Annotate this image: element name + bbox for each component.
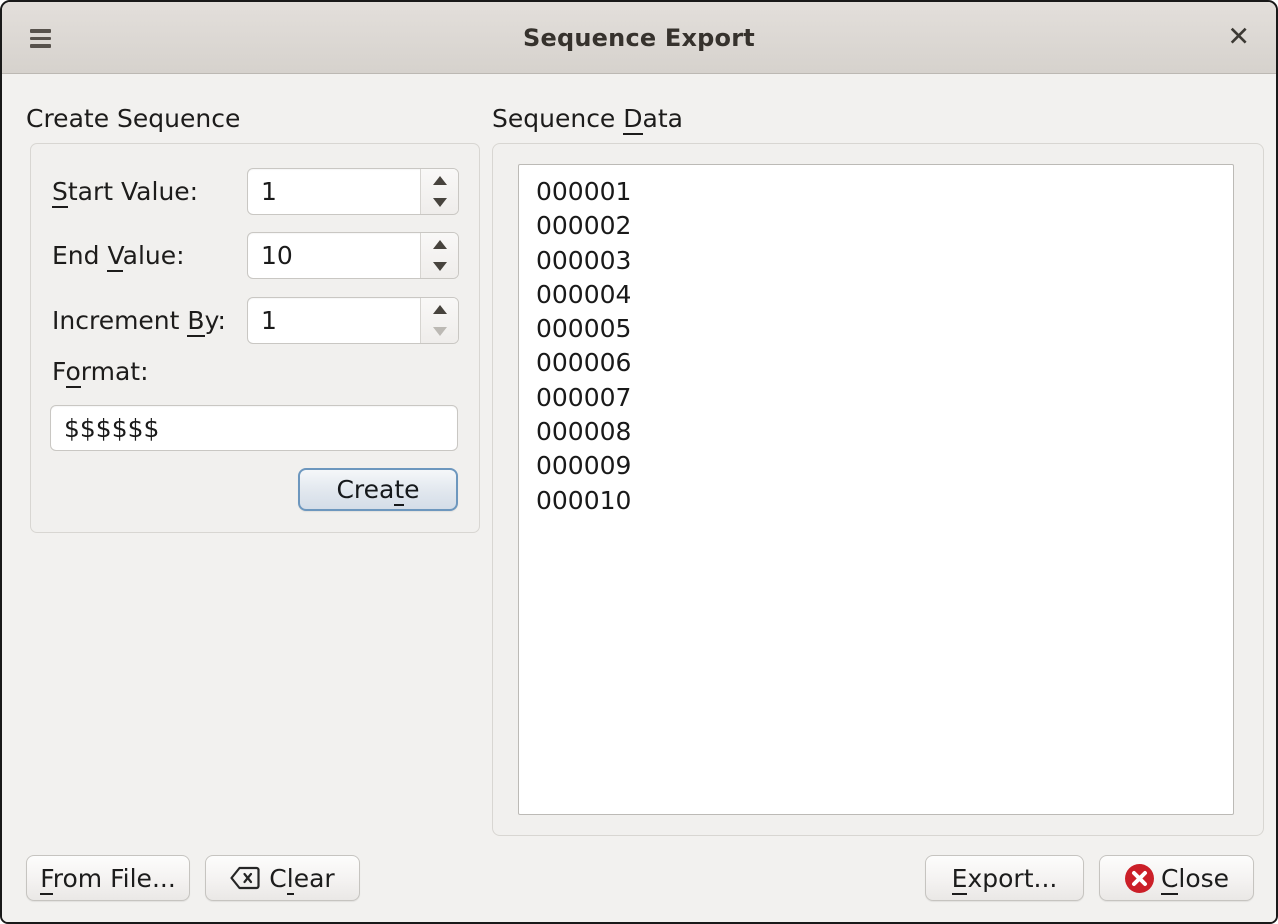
from-file-button[interactable]: From File... — [26, 855, 190, 901]
export-button-label: Export... — [952, 864, 1058, 893]
format-label: Format: — [52, 357, 149, 386]
create-sequence-heading: Create Sequence — [26, 104, 240, 133]
start-value-spin-buttons — [420, 169, 458, 214]
start-value-spinner — [247, 168, 459, 215]
window-title: Sequence Export — [2, 2, 1276, 74]
list-item: 000007 — [536, 381, 1233, 415]
increment-by-spin-buttons — [420, 298, 458, 343]
backspace-icon — [230, 866, 260, 890]
sequence-data-heading: Sequence Data — [492, 104, 683, 133]
list-item: 000005 — [536, 312, 1233, 346]
close-button[interactable]: Close — [1099, 855, 1254, 901]
spin-up-icon[interactable] — [421, 233, 458, 256]
spin-up-icon[interactable] — [421, 298, 458, 321]
from-file-button-label: From File... — [40, 864, 176, 893]
clear-button-label: Clear — [269, 864, 334, 893]
clear-button[interactable]: Clear — [205, 855, 360, 901]
titlebar: Sequence Export ✕ — [2, 2, 1276, 74]
close-button-label: Close — [1161, 864, 1229, 893]
spin-down-icon[interactable] — [421, 256, 458, 279]
sequence-data-list[interactable]: 0000010000020000030000040000050000060000… — [518, 164, 1234, 815]
spin-down-icon[interactable] — [421, 321, 458, 344]
start-value-input[interactable] — [248, 169, 420, 214]
dialog-content: Create Sequence Start Value: End Value: … — [2, 75, 1276, 922]
create-button[interactable]: Create — [298, 468, 458, 511]
list-item: 000006 — [536, 346, 1233, 380]
start-value-label: Start Value: — [52, 168, 198, 215]
increment-by-input[interactable] — [248, 298, 420, 343]
close-circle-icon — [1124, 863, 1155, 894]
export-button[interactable]: Export... — [925, 855, 1084, 901]
list-item: 000003 — [536, 244, 1233, 278]
list-item: 000008 — [536, 415, 1233, 449]
format-input[interactable] — [50, 405, 458, 451]
list-item: 000009 — [536, 449, 1233, 483]
list-item: 000001 — [536, 175, 1233, 209]
increment-by-label: Increment By: — [52, 297, 226, 344]
increment-by-spinner — [247, 297, 459, 344]
spin-up-icon[interactable] — [421, 169, 458, 192]
window-close-icon[interactable]: ✕ — [1227, 23, 1250, 50]
end-value-spinner — [247, 232, 459, 279]
list-item: 000004 — [536, 278, 1233, 312]
list-item: 000010 — [536, 484, 1233, 518]
spin-down-icon[interactable] — [421, 192, 458, 215]
sequence-export-dialog: Sequence Export ✕ Create Sequence Start … — [0, 0, 1278, 924]
create-button-label: Create — [336, 475, 419, 504]
end-value-spin-buttons — [420, 233, 458, 278]
end-value-input[interactable] — [248, 233, 420, 278]
end-value-label: End Value: — [52, 232, 185, 279]
list-item: 000002 — [536, 209, 1233, 243]
